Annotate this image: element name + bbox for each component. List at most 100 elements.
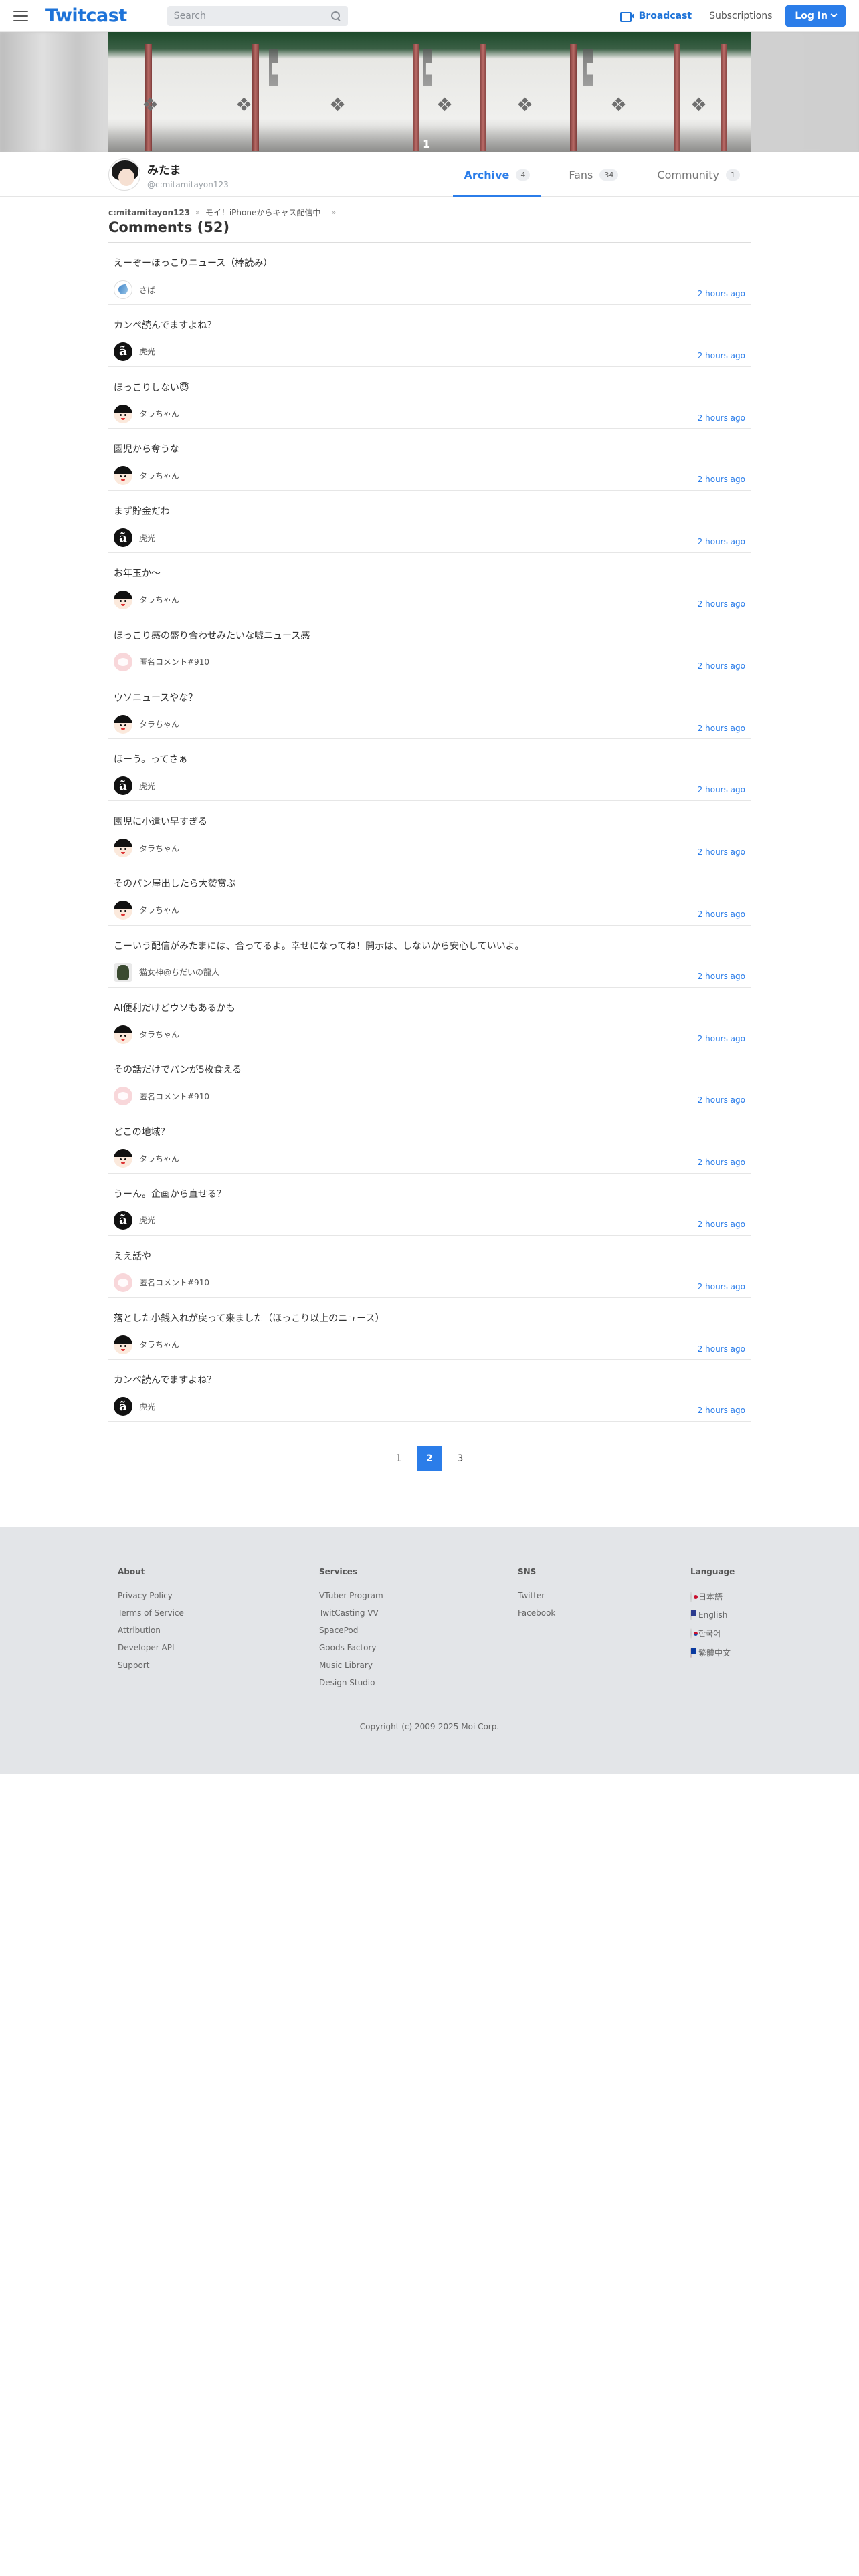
user-avatar-icon[interactable]	[114, 1087, 132, 1106]
comment-author[interactable]: さば	[114, 280, 155, 299]
comment-user-name[interactable]: 匿名コメント#910	[139, 1091, 209, 1102]
page-1-button[interactable]: 1	[386, 1446, 411, 1471]
comment-author[interactable]: タラちゃん	[114, 1149, 179, 1168]
comment-timestamp[interactable]: 2 hours ago	[698, 413, 745, 423]
footer-link-privacy[interactable]: Privacy Policy	[118, 1591, 184, 1600]
avatar[interactable]	[108, 158, 140, 191]
comment-author[interactable]: 匿名コメント#910	[114, 652, 209, 671]
user-avatar-icon[interactable]: ã	[114, 1210, 132, 1230]
comment-timestamp[interactable]: 2 hours ago	[698, 661, 745, 671]
comment-user-name[interactable]: 虎光	[139, 1401, 155, 1412]
user-avatar-icon[interactable]: ã	[114, 1397, 132, 1416]
language-option-zh-tw[interactable]: 繁體中文	[690, 1647, 735, 1658]
comment-author[interactable]: タラちゃん	[114, 1025, 179, 1044]
page-3-button[interactable]: 3	[448, 1446, 473, 1471]
comment-user-name[interactable]: 匿名コメント#910	[139, 1277, 209, 1288]
user-avatar-icon[interactable]	[114, 1149, 132, 1168]
tab-archive[interactable]: Archive 4	[453, 152, 541, 197]
comment-user-name[interactable]: タラちゃん	[139, 594, 179, 605]
footer-link-goods[interactable]: Goods Factory	[319, 1643, 383, 1652]
user-avatar-icon[interactable]	[114, 714, 132, 734]
comment-author[interactable]: タラちゃん	[114, 590, 179, 609]
comment-timestamp[interactable]: 2 hours ago	[698, 847, 745, 857]
comment-author[interactable]: 匿名コメント#910	[114, 1087, 209, 1106]
login-button[interactable]: Log In	[785, 5, 846, 27]
comment-timestamp[interactable]: 2 hours ago	[698, 351, 745, 360]
search-icon[interactable]	[330, 11, 341, 21]
comment-author[interactable]: タラちゃん	[114, 466, 179, 486]
comment-author[interactable]: 匿名コメント#910	[114, 1273, 209, 1292]
breadcrumb-movie[interactable]: モイ！iPhoneからキャス配信中 -	[205, 207, 326, 218]
comment-author[interactable]: ã 虎光	[114, 1397, 155, 1416]
site-logo[interactable]: Twitcast	[45, 5, 127, 26]
tab-community[interactable]: Community 1	[646, 152, 751, 197]
comment-timestamp[interactable]: 2 hours ago	[698, 724, 745, 733]
comment-author[interactable]: ã 虎光	[114, 776, 155, 796]
user-avatar-icon[interactable]: ã	[114, 342, 132, 361]
user-avatar-icon[interactable]	[114, 590, 132, 609]
comment-user-name[interactable]: タラちゃん	[139, 1153, 179, 1164]
menu-icon[interactable]	[13, 10, 28, 21]
breadcrumb-user[interactable]: c:mitamitayon123	[108, 208, 190, 217]
comment-user-name[interactable]: 虎光	[139, 780, 155, 792]
user-avatar-icon[interactable]	[114, 962, 132, 982]
footer-link-twitcasting-vv[interactable]: TwitCasting VV	[319, 1608, 383, 1618]
comment-author[interactable]: ã 虎光	[114, 1210, 155, 1230]
user-avatar-icon[interactable]	[114, 404, 132, 423]
comment-user-name[interactable]: タラちゃん	[139, 408, 179, 419]
comment-timestamp[interactable]: 2 hours ago	[698, 1095, 745, 1105]
user-avatar-icon[interactable]	[114, 900, 132, 920]
comment-timestamp[interactable]: 2 hours ago	[698, 909, 745, 919]
tab-fans[interactable]: Fans 34	[558, 152, 629, 197]
comment-user-name[interactable]: タラちゃん	[139, 470, 179, 481]
comment-author[interactable]: 猫女神@ちだいの龍人	[114, 962, 219, 982]
comment-timestamp[interactable]: 2 hours ago	[698, 1220, 745, 1229]
user-avatar-icon[interactable]	[114, 1335, 132, 1354]
comment-user-name[interactable]: さば	[139, 284, 155, 296]
comment-user-name[interactable]: タラちゃん	[139, 718, 179, 730]
footer-link-terms[interactable]: Terms of Service	[118, 1608, 184, 1618]
comment-user-name[interactable]: タラちゃん	[139, 1339, 179, 1350]
broadcast-button[interactable]: Broadcast	[619, 11, 692, 22]
comment-timestamp[interactable]: 2 hours ago	[698, 475, 745, 484]
user-avatar-icon[interactable]	[114, 466, 132, 486]
page-2-button[interactable]: 2	[417, 1446, 442, 1472]
comment-user-name[interactable]: 虎光	[139, 346, 155, 357]
user-avatar-icon[interactable]: ã	[114, 528, 132, 548]
comment-timestamp[interactable]: 2 hours ago	[698, 1034, 745, 1043]
comment-timestamp[interactable]: 2 hours ago	[698, 599, 745, 609]
footer-link-twitter[interactable]: Twitter	[518, 1591, 555, 1600]
footer-link-design[interactable]: Design Studio	[319, 1678, 383, 1687]
footer-link-vtuber[interactable]: VTuber Program	[319, 1591, 383, 1600]
comment-timestamp[interactable]: 2 hours ago	[698, 537, 745, 546]
comment-user-name[interactable]: 猫女神@ちだいの龍人	[139, 966, 219, 978]
language-option-ja[interactable]: 日本語	[690, 1591, 735, 1602]
comment-timestamp[interactable]: 2 hours ago	[698, 1158, 745, 1167]
subscriptions-link[interactable]: Subscriptions	[709, 11, 772, 21]
user-avatar-icon[interactable]	[114, 280, 132, 299]
user-avatar-icon[interactable]	[114, 1273, 132, 1292]
footer-link-developer-api[interactable]: Developer API	[118, 1643, 184, 1652]
comment-timestamp[interactable]: 2 hours ago	[698, 785, 745, 794]
comment-timestamp[interactable]: 2 hours ago	[698, 1406, 745, 1415]
comment-timestamp[interactable]: 2 hours ago	[698, 1344, 745, 1354]
comment-author[interactable]: ã 虎光	[114, 528, 155, 548]
comment-user-name[interactable]: 匿名コメント#910	[139, 656, 209, 667]
language-option-en[interactable]: English	[690, 1610, 735, 1620]
comment-author[interactable]: タラちゃん	[114, 1335, 179, 1354]
comment-user-name[interactable]: 虎光	[139, 1214, 155, 1226]
profile-name[interactable]: みたま	[147, 160, 229, 177]
language-option-ko[interactable]: 한국어	[690, 1628, 735, 1639]
comment-user-name[interactable]: 虎光	[139, 532, 155, 544]
comment-timestamp[interactable]: 2 hours ago	[698, 1282, 745, 1291]
comment-user-name[interactable]: タラちゃん	[139, 904, 179, 916]
footer-link-music[interactable]: Music Library	[319, 1660, 383, 1670]
comment-user-name[interactable]: タラちゃん	[139, 843, 179, 854]
footer-link-spacepod[interactable]: SpacePod	[319, 1626, 383, 1635]
comment-author[interactable]: タラちゃん	[114, 839, 179, 858]
user-avatar-icon[interactable]	[114, 839, 132, 858]
comment-timestamp[interactable]: 2 hours ago	[698, 289, 745, 298]
user-avatar-icon[interactable]	[114, 652, 132, 671]
comment-user-name[interactable]: タラちゃん	[139, 1029, 179, 1040]
comment-author[interactable]: タラちゃん	[114, 900, 179, 920]
